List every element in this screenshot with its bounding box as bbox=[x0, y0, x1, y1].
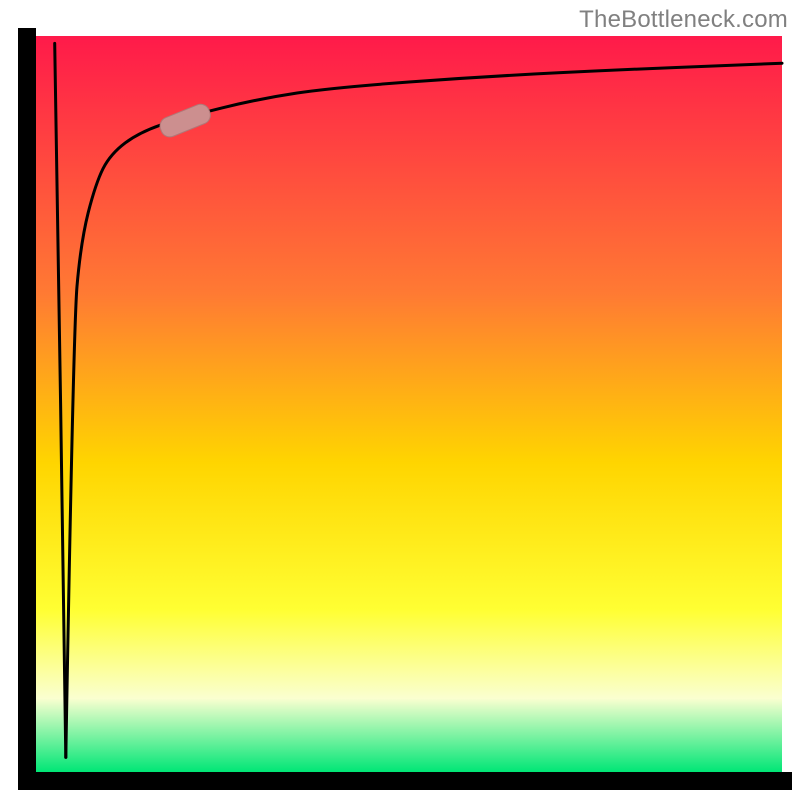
y-axis bbox=[18, 28, 36, 790]
x-axis bbox=[18, 772, 792, 790]
plot-background bbox=[36, 36, 782, 772]
chart-stage: TheBottleneck.com bbox=[0, 0, 800, 800]
bottleneck-chart bbox=[0, 0, 800, 800]
